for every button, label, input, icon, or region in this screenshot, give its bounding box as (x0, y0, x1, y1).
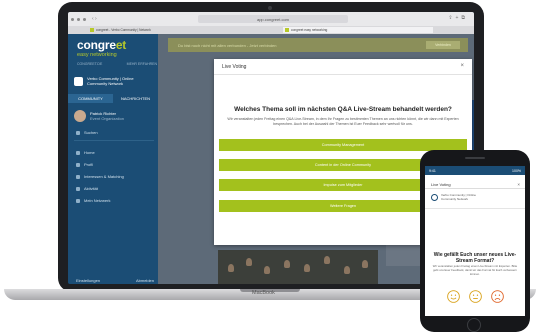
community-subtitle: Community Network (87, 81, 124, 86)
voting-description: Wir veranstalten jeden Freitag einen Q&A… (227, 117, 459, 126)
user-icon (76, 162, 80, 167)
sidebar-item-profile[interactable]: Profil (76, 162, 93, 167)
option-button-1[interactable]: Community Management (219, 139, 467, 151)
congreet-logo[interactable]: congreet (77, 38, 126, 52)
divider (74, 140, 154, 141)
modal-title-label: Live Voting (222, 63, 247, 70)
url-text: app.congreet.com (256, 16, 290, 22)
sidebar-item-activity[interactable]: Aktivität (76, 186, 98, 191)
logout-link[interactable]: Abmelden (136, 278, 154, 283)
app-sidebar: congreet easy networking CONGREET.DE MEH… (68, 34, 158, 284)
search-icon (76, 130, 80, 135)
divider (425, 208, 525, 209)
profile-role: Event Organization (90, 116, 125, 121)
close-icon[interactable]: × (460, 63, 464, 69)
phone-voting-question: Wie gefällt Euch unser neues Live-Stream… (433, 252, 517, 264)
community-logo-icon (431, 193, 438, 201)
laptop-brand: MacBook (252, 290, 275, 296)
browser-tab-1[interactable]: congreet - Verbo Community | Network (88, 27, 238, 33)
modal-header: Live Voting × (214, 59, 472, 75)
camera-icon (268, 6, 272, 10)
network-icon (76, 198, 80, 203)
settings-link[interactable]: Einstellungen (76, 278, 100, 283)
tab-label: congreet - Verbo Community | Network (96, 28, 151, 32)
phone-speaker (465, 157, 485, 159)
avatar (74, 110, 86, 122)
home-icon (76, 150, 80, 155)
activity-icon (76, 186, 80, 191)
sidebar-item-matching[interactable]: Interessen & Matching (76, 174, 124, 179)
happy-icon[interactable] (446, 290, 460, 303)
device-mockup: ‹ › app.congreet.com ⇪+⧉ congreet - Verb… (0, 0, 541, 334)
laptop-screen: ‹ › app.congreet.com ⇪+⧉ congreet - Verb… (68, 12, 474, 284)
status-battery: 100% (512, 168, 521, 173)
browser-toolbar: ‹ › app.congreet.com ⇪+⧉ (68, 12, 474, 26)
phone-community: Verbo Community | Online Community Netwo… (431, 193, 476, 201)
phone-voting-description: Wir veranstalten jeden Freitag einen Liv… (432, 264, 518, 276)
close-icon[interactable]: × (517, 182, 520, 187)
phone-screen: 9:41 100% Live Voting × Verbo Community … (425, 166, 525, 316)
connect-button[interactable]: Verbinden (426, 41, 460, 49)
community-logo-icon (74, 76, 83, 86)
community-selector[interactable]: Verbo Community | Online Community Netwo… (74, 72, 156, 90)
status-time: 9:41 (429, 168, 436, 173)
sidebar-links: CONGREET.DE MEHR ERFAHREN (77, 62, 157, 66)
phone-status-bar: 9:41 100% (425, 166, 525, 175)
congreet-link[interactable]: CONGREET.DE (77, 62, 102, 66)
home-button[interactable] (467, 318, 481, 332)
phone-device: 9:41 100% Live Voting × Verbo Community … (420, 150, 530, 332)
browser-tabbar: congreet - Verbo Community | Network con… (68, 26, 474, 34)
more-info-link[interactable]: MEHR ERFAHREN (127, 62, 157, 66)
sidebar-search[interactable]: Suchen (76, 130, 98, 135)
window-minimize-dot[interactable] (77, 17, 80, 21)
browser-tab-2[interactable]: congreet easy networking (283, 27, 433, 33)
tab-messages[interactable]: NACHRICHTEN (113, 94, 158, 103)
address-bar[interactable]: app.congreet.com (198, 15, 348, 23)
user-profile[interactable]: Patrick Richter Event Organization (74, 110, 124, 122)
sidebar-tabs: COMMUNITY NACHRICHTEN (68, 94, 158, 103)
rating-smileys (425, 290, 525, 303)
sidebar-footer: Einstellungen Abmelden (76, 278, 154, 283)
tab-favicon-icon (90, 28, 94, 32)
sidebar-item-network[interactable]: Mein Netzwerk (76, 198, 110, 203)
neutral-icon[interactable] (468, 290, 482, 303)
phone-modal-header: Live Voting × (425, 180, 525, 189)
connect-banner: Du bist noch nicht mit allen verbunden -… (168, 38, 468, 52)
window-close-dot[interactable] (71, 17, 74, 21)
share-tabs-icons[interactable]: ⇪+⧉ (448, 15, 468, 21)
tab-community[interactable]: COMMUNITY (68, 94, 113, 103)
sidebar-item-home[interactable]: Home (76, 150, 95, 155)
crowd-photo (218, 250, 378, 284)
voting-question: Welches Thema soll im nächsten Q&A Live-… (234, 106, 452, 113)
tab-label: congreet easy networking (291, 28, 328, 32)
back-forward-icon[interactable]: ‹ › (92, 16, 97, 22)
logo-tagline: easy networking (77, 52, 117, 58)
tab-favicon-icon (285, 28, 289, 32)
matching-icon (76, 174, 80, 179)
window-zoom-dot[interactable] (83, 17, 86, 21)
sad-icon[interactable] (490, 290, 504, 303)
